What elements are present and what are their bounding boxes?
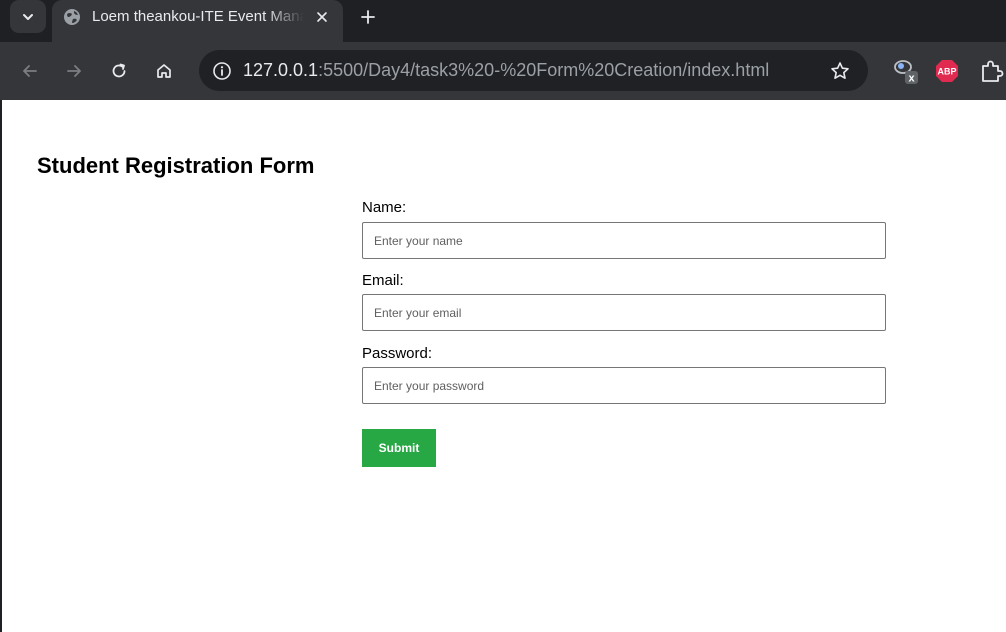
tab-strip: Loem theankou-ITE Event Management: [0, 0, 1006, 42]
tab-close-button[interactable]: [310, 6, 334, 28]
reload-icon: [112, 63, 126, 78]
page-content: Student Registration Form Name: Email: P…: [0, 100, 1006, 632]
url-text[interactable]: 127.0.0.1:5500/Day4/task3%20-%20Form%20C…: [243, 60, 769, 81]
password-label: Password:: [362, 345, 433, 362]
tab-title: Loem theankou-ITE Event Management: [92, 8, 304, 25]
arrow-right-icon: [67, 65, 81, 77]
new-tab-button[interactable]: [355, 4, 381, 30]
puzzle-icon[interactable]: [977, 56, 1006, 86]
url-host: 127.0.0.1: [243, 60, 319, 80]
adblock-plus-badge: ABP: [937, 67, 956, 77]
extension-x-badge: x: [908, 73, 915, 85]
browser-toolbar: 127.0.0.1:5500/Day4/task3%20-%20Form%20C…: [0, 42, 1006, 100]
info-icon: [213, 61, 231, 80]
page-title: Student Registration Form: [37, 153, 315, 178]
plus-icon: [361, 10, 375, 24]
adblock-plus-icon[interactable]: ABP: [932, 56, 962, 86]
reload-button[interactable]: [104, 56, 134, 86]
name-label: Name:: [362, 199, 407, 216]
globe-icon: [64, 9, 80, 25]
star-icon: [831, 62, 849, 79]
close-icon: [317, 12, 327, 22]
extension-x-icon[interactable]: x: [890, 56, 920, 86]
address-bar[interactable]: 127.0.0.1:5500/Day4/task3%20-%20Form%20C…: [199, 50, 868, 91]
browser-tab[interactable]: Loem theankou-ITE Event Management: [52, 0, 343, 42]
url-path: :5500/Day4/task3%20-%20Form%20Creation/i…: [318, 60, 770, 80]
site-info-button[interactable]: [207, 56, 237, 85]
email-label: Email:: [362, 272, 404, 289]
name-input[interactable]: [362, 222, 886, 259]
tab-search-button[interactable]: [10, 0, 46, 33]
home-icon: [157, 64, 171, 78]
back-button[interactable]: [15, 56, 45, 86]
submit-button[interactable]: Submit: [362, 429, 436, 467]
chevron-down-icon: [23, 13, 33, 20]
email-input[interactable]: [362, 294, 886, 331]
bookmark-button[interactable]: [826, 57, 854, 85]
password-input[interactable]: [362, 367, 886, 404]
forward-button[interactable]: [59, 56, 89, 86]
arrow-left-icon: [23, 65, 37, 77]
home-button[interactable]: [149, 56, 179, 86]
